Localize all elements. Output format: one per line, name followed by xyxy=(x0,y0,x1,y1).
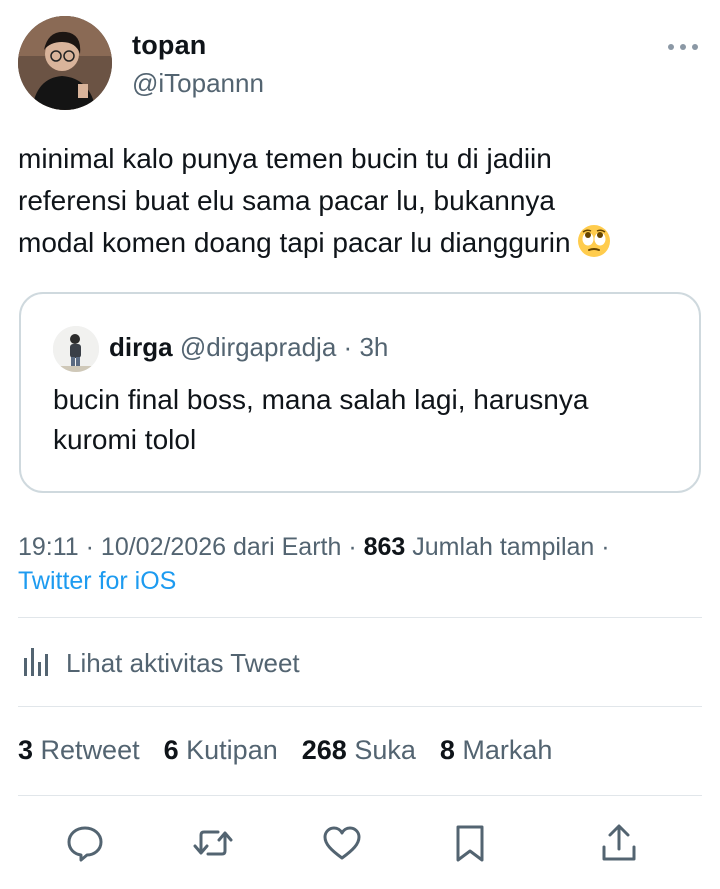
stat-quotes[interactable]: 6 Kutipan xyxy=(164,735,278,766)
share-icon[interactable] xyxy=(598,822,640,864)
quoted-tweet-text: bucin final boss, mana salah lagi, harus… xyxy=(53,380,673,460)
stat-count: 6 xyxy=(163,734,179,765)
stat-label: Suka xyxy=(354,734,416,765)
author-handle[interactable]: @iTopannn xyxy=(132,68,264,99)
quoted-separator: · xyxy=(343,332,353,362)
divider xyxy=(18,795,702,796)
quoted-time[interactable]: 3h xyxy=(359,332,388,362)
activity-label: Lihat aktivitas Tweet xyxy=(66,647,300,678)
stat-retweets[interactable]: 3 Retweet xyxy=(18,735,140,766)
tweet-text-line: referensi buat elu sama pacar lu, bukann… xyxy=(18,185,555,216)
more-horizontal-icon[interactable] xyxy=(666,40,700,52)
quoted-author-avatar[interactable] xyxy=(53,326,99,372)
stat-label: Retweet xyxy=(40,734,140,765)
retweet-icon[interactable] xyxy=(192,822,234,864)
stat-count: 8 xyxy=(439,734,455,765)
stat-count: 3 xyxy=(18,734,34,765)
reply-icon[interactable] xyxy=(64,822,106,864)
tweet-text-line: modal komen doang tapi pacar lu dianggur… xyxy=(18,222,702,270)
tweet-meta: 19:11 · 10/02/2026 dari Earth · 863 Juml… xyxy=(18,530,702,598)
stat-likes[interactable]: 268 Suka xyxy=(302,735,416,766)
source-link[interactable]: Twitter for iOS xyxy=(18,564,702,598)
divider xyxy=(18,706,702,707)
bookmark-icon[interactable] xyxy=(449,822,491,864)
views-count: 863 xyxy=(363,533,406,561)
meta-line: 19:11 · 10/02/2026 dari Earth · 863 Juml… xyxy=(18,530,702,564)
face-with-rolling-eyes-icon xyxy=(577,224,611,270)
bar-chart-icon xyxy=(18,644,52,683)
tweet-stats: 3 Retweet 6 Kutipan 268 Suka 8 Markah xyxy=(18,714,702,786)
tweet-text: minimal kalo punya temen bucin tu di jad… xyxy=(18,138,702,270)
tweet-action-bar xyxy=(18,808,702,878)
tweet-activity-link[interactable]: Lihat aktivitas Tweet xyxy=(18,628,702,698)
tweet-header: topan @iTopannn xyxy=(18,16,702,112)
divider xyxy=(18,617,702,618)
author-avatar[interactable] xyxy=(18,16,112,110)
tweet-text-segment: modal komen doang tapi pacar lu dianggur… xyxy=(18,227,571,258)
quoted-text-line: bucin final boss, mana salah lagi, harus… xyxy=(53,384,589,415)
quoted-author-handle[interactable]: @dirgapradja xyxy=(180,332,336,362)
quoted-tweet-header: dirga @dirgapradja · 3h xyxy=(109,332,388,363)
stat-count: 268 xyxy=(301,734,347,765)
quoted-text-line: kuromi tolol xyxy=(53,424,197,455)
stat-label: Kutipan xyxy=(186,734,278,765)
heart-icon[interactable] xyxy=(321,822,363,864)
quoted-tweet-card[interactable]: dirga @dirgapradja · 3h bucin final boss… xyxy=(19,292,701,493)
views-label: Jumlah tampilan · xyxy=(412,533,610,561)
stat-bookmarks[interactable]: 8 Markah xyxy=(440,735,553,766)
quoted-author-name[interactable]: dirga xyxy=(109,332,173,362)
author-name[interactable]: topan xyxy=(132,30,207,61)
tweet-text-line: minimal kalo punya temen bucin tu di jad… xyxy=(18,143,552,174)
stat-label: Markah xyxy=(462,734,553,765)
tweet-timestamp[interactable]: 19:11 · 10/02/2026 dari Earth · xyxy=(18,533,357,561)
